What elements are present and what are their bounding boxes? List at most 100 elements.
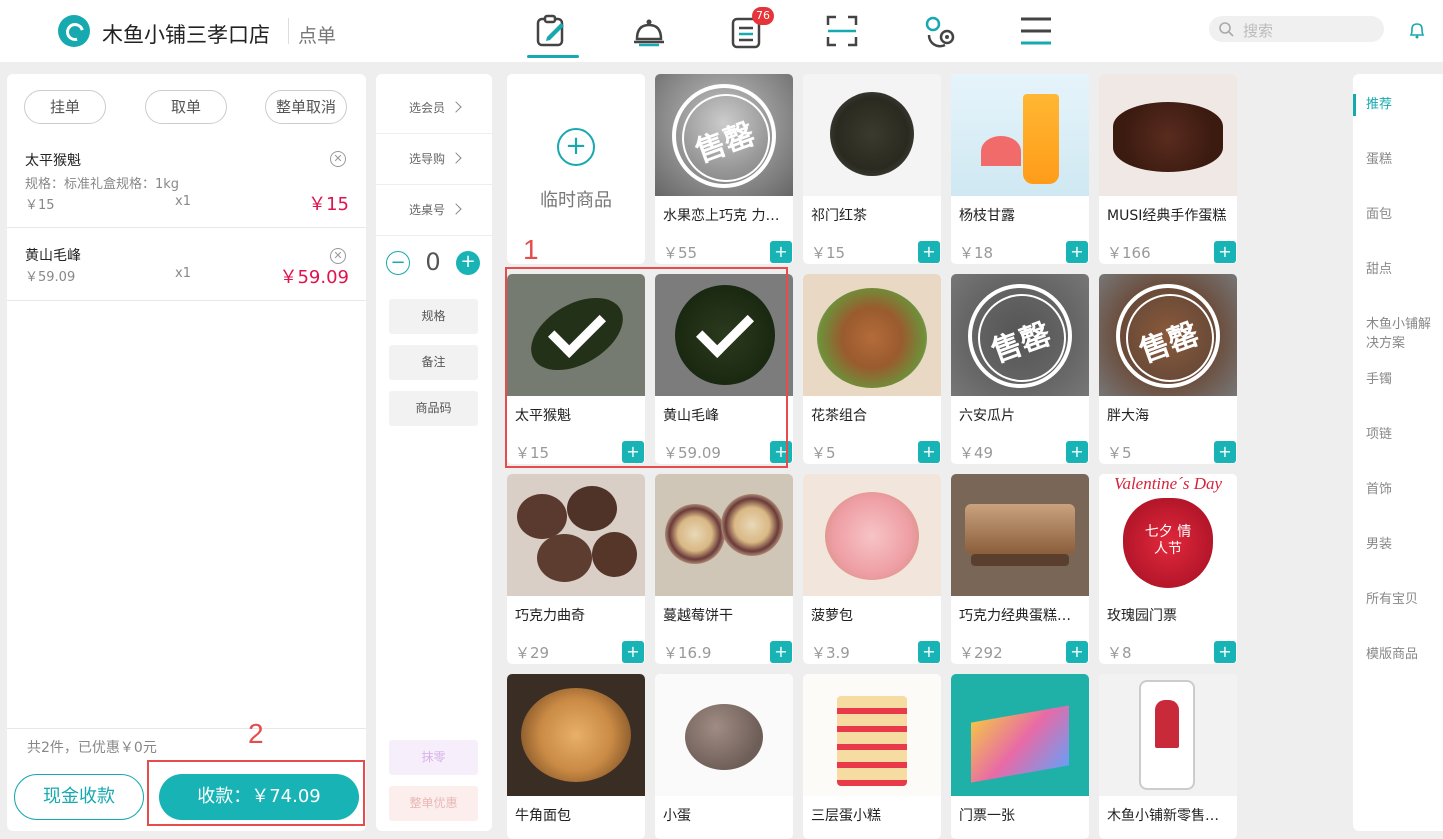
annotation-box-1: [505, 267, 788, 468]
product-name: 牛角面包: [515, 808, 571, 824]
order-edit-icon[interactable]: [533, 13, 569, 49]
product-tile[interactable]: 牛角面包: [507, 674, 645, 839]
note-button[interactable]: 备注: [389, 345, 478, 380]
add-to-cart-button[interactable]: +: [770, 241, 792, 263]
product-image: [1099, 674, 1237, 796]
product-image: [803, 74, 941, 196]
remove-item-icon[interactable]: ✕: [330, 151, 346, 167]
cart-item-qty: x1: [175, 266, 191, 281]
add-to-cart-button[interactable]: +: [622, 641, 644, 663]
category-jewelry[interactable]: 首饰: [1366, 480, 1440, 499]
product-name: 祁门红茶: [811, 208, 867, 224]
add-to-cart-button[interactable]: +: [1066, 241, 1088, 263]
product-tile[interactable]: 花茶组合 ￥5 +: [803, 274, 941, 464]
select-guide-label: 选导购: [409, 152, 446, 166]
cancel-order-button[interactable]: 整单取消: [265, 90, 347, 124]
annotation-number-1: 1: [523, 234, 539, 265]
select-guide-button[interactable]: 选导购: [376, 134, 492, 185]
product-tile[interactable]: 蔓越莓饼干 ￥16.9 +: [655, 474, 793, 664]
product-tile[interactable]: 巧克力曲奇 ￥29 +: [507, 474, 645, 664]
cart-item[interactable]: 太平猴魁 ✕ 规格：标准礼盒规格：1kg ￥15 x1 ￥15: [7, 140, 366, 228]
product-tile[interactable]: 售罄 六安瓜片 ￥49 +: [951, 274, 1089, 464]
add-to-cart-button[interactable]: +: [770, 641, 792, 663]
cart-item-name: 太平猴魁: [25, 153, 81, 169]
settings-icon[interactable]: [921, 13, 957, 49]
product-tile[interactable]: 售罄 水果恋上巧克 力… ￥55 +: [655, 74, 793, 264]
decrement-button[interactable]: −: [386, 251, 410, 275]
product-price: ￥8: [1107, 644, 1132, 662]
spec-button[interactable]: 规格: [389, 299, 478, 334]
product-price: ￥15: [811, 244, 846, 262]
hold-order-button[interactable]: 挂单: [24, 90, 106, 124]
product-tile[interactable]: 菠萝包 ￥3.9 +: [803, 474, 941, 664]
order-discount-button[interactable]: 整单优惠: [389, 786, 478, 821]
notification-bell-icon[interactable]: [1407, 20, 1427, 40]
product-tile[interactable]: 门票一张: [951, 674, 1089, 839]
cart-item-unit-price: ￥15: [25, 198, 55, 213]
category-template-items[interactable]: 模版商品: [1366, 645, 1440, 664]
scan-icon[interactable]: [824, 13, 860, 49]
add-to-cart-button[interactable]: +: [1066, 441, 1088, 463]
product-name: 花茶组合: [811, 408, 867, 424]
product-image: [951, 474, 1089, 596]
add-to-cart-button[interactable]: +: [918, 641, 940, 663]
add-to-cart-button[interactable]: +: [1066, 641, 1088, 663]
annotation-number-2: 2: [248, 718, 264, 749]
product-name: 小蛋: [663, 808, 691, 824]
search-input[interactable]: 搜索: [1209, 16, 1384, 42]
cart-item-unit-price: ￥59.09: [25, 270, 76, 285]
product-tile[interactable]: 小蛋: [655, 674, 793, 839]
annotation-box-2: [147, 760, 365, 826]
retrieve-order-button[interactable]: 取单: [145, 90, 227, 124]
category-solutions[interactable]: 木鱼小铺解决方案: [1366, 315, 1440, 353]
add-to-cart-button[interactable]: +: [1214, 641, 1236, 663]
divider: [7, 728, 366, 729]
category-menswear[interactable]: 男装: [1366, 535, 1440, 554]
product-image: [655, 674, 793, 796]
select-member-button[interactable]: 选会员: [376, 83, 492, 134]
select-table-button[interactable]: 选桌号: [376, 185, 492, 236]
category-necklace[interactable]: 项链: [1366, 425, 1440, 444]
increment-button[interactable]: +: [456, 251, 480, 275]
category-bracelet[interactable]: 手镯: [1366, 370, 1440, 389]
order-options-panel: 选会员 选导购 选桌号 − 0 + 规格 备注 商品码 抹零 整单优惠: [376, 74, 492, 831]
add-to-cart-button[interactable]: +: [1214, 441, 1236, 463]
product-tile[interactable]: Valentine´s Day 七夕 情人节 玫瑰园门票 ￥8 +: [1099, 474, 1237, 664]
add-to-cart-button[interactable]: +: [918, 441, 940, 463]
product-price: ￥18: [959, 244, 994, 262]
product-tile[interactable]: 巧克力经典蛋糕… ￥292 +: [951, 474, 1089, 664]
chevron-right-icon: [450, 101, 462, 113]
service-bell-icon[interactable]: [631, 13, 667, 49]
product-price: ￥292: [959, 644, 1003, 662]
add-temp-product-icon: +: [557, 128, 595, 166]
product-tile[interactable]: 祁门红茶 ￥15 +: [803, 74, 941, 264]
menu-icon[interactable]: [1018, 13, 1054, 49]
temp-product-label: 临时商品: [540, 190, 612, 211]
add-to-cart-button[interactable]: +: [918, 241, 940, 263]
category-bread[interactable]: 面包: [1366, 205, 1440, 224]
category-cake[interactable]: 蛋糕: [1366, 150, 1440, 169]
product-price: ￥3.9: [811, 644, 850, 662]
product-price: ￥5: [811, 444, 836, 462]
valentine-text: Valentine´s Day: [1113, 474, 1223, 493]
category-recommended[interactable]: 推荐: [1366, 95, 1440, 114]
product-tile[interactable]: 售罄 胖大海 ￥5 +: [1099, 274, 1237, 464]
product-price: ￥55: [663, 244, 698, 262]
product-image: [507, 474, 645, 596]
cash-payment-button[interactable]: 现金收款: [14, 774, 144, 820]
product-tile[interactable]: 木鱼小铺新零售…: [1099, 674, 1237, 839]
remove-item-icon[interactable]: ✕: [330, 248, 346, 264]
round-off-button[interactable]: 抹零: [389, 740, 478, 775]
product-tile[interactable]: 杨枝甘露 ￥18 +: [951, 74, 1089, 264]
add-to-cart-button[interactable]: +: [1214, 241, 1236, 263]
qixi-text: 七夕 情人节: [1144, 524, 1192, 557]
category-dessert[interactable]: 甜点: [1366, 260, 1440, 279]
product-tile[interactable]: MUSI经典手作蛋糕 ￥166 +: [1099, 74, 1237, 264]
product-name: 蔓越莓饼干: [663, 608, 733, 624]
product-image: 售罄: [951, 274, 1089, 396]
category-all-items[interactable]: 所有宝贝: [1366, 590, 1440, 609]
product-code-button[interactable]: 商品码: [389, 391, 478, 426]
cart-item[interactable]: 黄山毛峰 ✕ ￥59.09 x1 ￥59.09: [7, 228, 366, 301]
product-price: ￥29: [515, 644, 550, 662]
product-tile[interactable]: 三层蛋小糕: [803, 674, 941, 839]
